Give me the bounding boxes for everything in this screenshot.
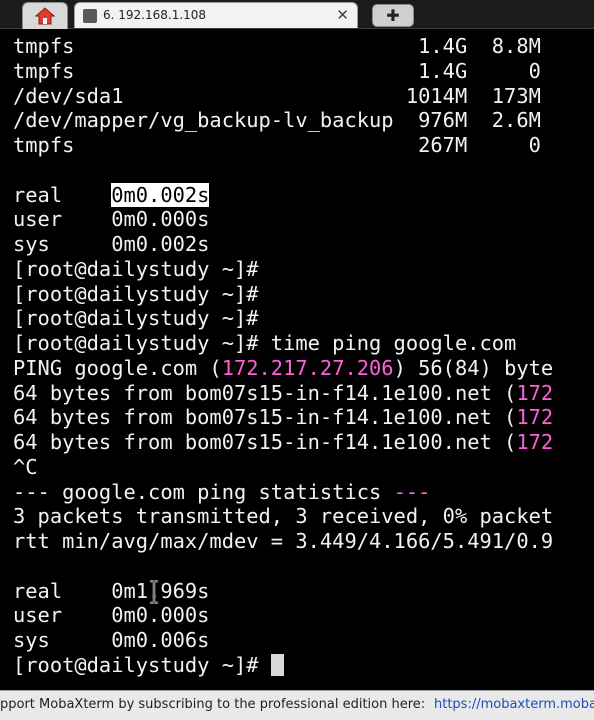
mobaxterm-link[interactable]: https://mobaxterm.moba xyxy=(434,697,594,712)
terminal-tab-icon xyxy=(83,9,97,23)
prompt-line: [root@dailystudy ~]# xyxy=(13,256,259,281)
ping-reply-text: 64 bytes from bom07s15-in-f14.1e100.net … xyxy=(13,405,517,430)
ping-reply-ip: 172 xyxy=(516,380,554,405)
ping-reply-text: 64 bytes from bom07s15-in-f14.1e100.net … xyxy=(13,380,517,405)
ping-reply-text: 64 bytes from bom07s15-in-f14.1e100.net … xyxy=(13,430,517,454)
ping-transmitted-line: 3 packets transmitted, 3 received, 0% pa… xyxy=(13,504,554,529)
ping-reply-ip: 172 xyxy=(516,405,554,430)
time-real-line: real 0m0.002s xyxy=(13,182,594,208)
ping-ip-address: 172.217.27.206 xyxy=(221,355,394,380)
time-real-line: real 0m1.969s xyxy=(13,578,210,603)
status-bar: pport MobaXterm by subscribing to the pr… xyxy=(0,690,594,720)
home-icon xyxy=(34,7,56,25)
df-row: tmpfs 1.4G 0 xyxy=(13,58,541,83)
text-cursor-ibeam-icon xyxy=(150,580,158,604)
ping-header-prefix: PING google.com ( xyxy=(13,355,222,380)
tab-bar: 6. 192.168.1.108 ✕ ✚ xyxy=(0,0,594,29)
session-tab-title: 6. 192.168.1.108 xyxy=(103,8,207,22)
time-user-line: user 0m0.000s xyxy=(13,207,210,232)
ping-reply-line: 64 bytes from bom07s15-in-f14.1e100.net … xyxy=(13,405,594,430)
df-row: tmpfs 267M 0 xyxy=(13,133,541,157)
interrupt-line: ^C xyxy=(13,454,38,479)
ping-stats-header: --- google.com ping statistics --- xyxy=(13,480,594,505)
final-prompt: [root@dailystudy ~]# xyxy=(13,652,259,677)
time-sys-line: sys 0m0.002s xyxy=(13,232,210,256)
time-real-value-selected[interactable]: 0m0.002s xyxy=(111,182,210,207)
ping-reply-line: 64 bytes from bom07s15-in-f14.1e100.net … xyxy=(13,430,594,455)
ping-stats-prefix: --- google.com ping statistics xyxy=(13,479,394,504)
ping-reply-line: 64 bytes from bom07s15-in-f14.1e100.net … xyxy=(13,381,594,406)
prompt-line: [root@dailystudy ~]# xyxy=(13,306,259,331)
ping-reply-ip: 172 xyxy=(516,430,554,454)
time-sys-line: sys 0m0.006s xyxy=(13,628,210,652)
command-line: [root@dailystudy ~]# time ping google.co… xyxy=(13,331,517,355)
final-prompt-line: [root@dailystudy ~]# xyxy=(13,653,594,678)
plus-icon: ✚ xyxy=(386,6,400,25)
session-tab[interactable]: 6. 192.168.1.108 ✕ xyxy=(74,2,358,28)
df-row: tmpfs 1.4G 8.8M xyxy=(13,34,541,58)
ping-rtt-line: rtt min/avg/max/mdev = 3.449/4.166/5.491… xyxy=(13,529,554,553)
ping-header-suffix: ) 56(84) byte xyxy=(393,355,554,380)
prompt-line: [root@dailystudy ~]# xyxy=(13,281,259,306)
terminal-output[interactable]: tmpfs 1.4G 8.8M tmpfs 1.4G 0 /dev/sda1 1… xyxy=(13,34,594,682)
time-user-line: user 0m0.000s xyxy=(13,603,210,628)
terminal-cursor xyxy=(270,653,284,676)
new-tab-button[interactable]: ✚ xyxy=(372,4,414,27)
df-row: /dev/sda1 1014M 173M xyxy=(13,83,541,108)
ping-stats-suffix: --- xyxy=(393,479,431,504)
home-tab[interactable] xyxy=(22,2,68,29)
support-message: pport MobaXterm by subscribing to the pr… xyxy=(0,697,426,712)
ping-header-line: PING google.com (172.217.27.206) 56(84) … xyxy=(13,356,594,381)
df-row: /dev/mapper/vg_backup-lv_backup 976M 2.6… xyxy=(13,108,541,133)
time-real-label: real xyxy=(13,182,112,207)
close-tab-icon[interactable]: ✕ xyxy=(336,6,349,24)
